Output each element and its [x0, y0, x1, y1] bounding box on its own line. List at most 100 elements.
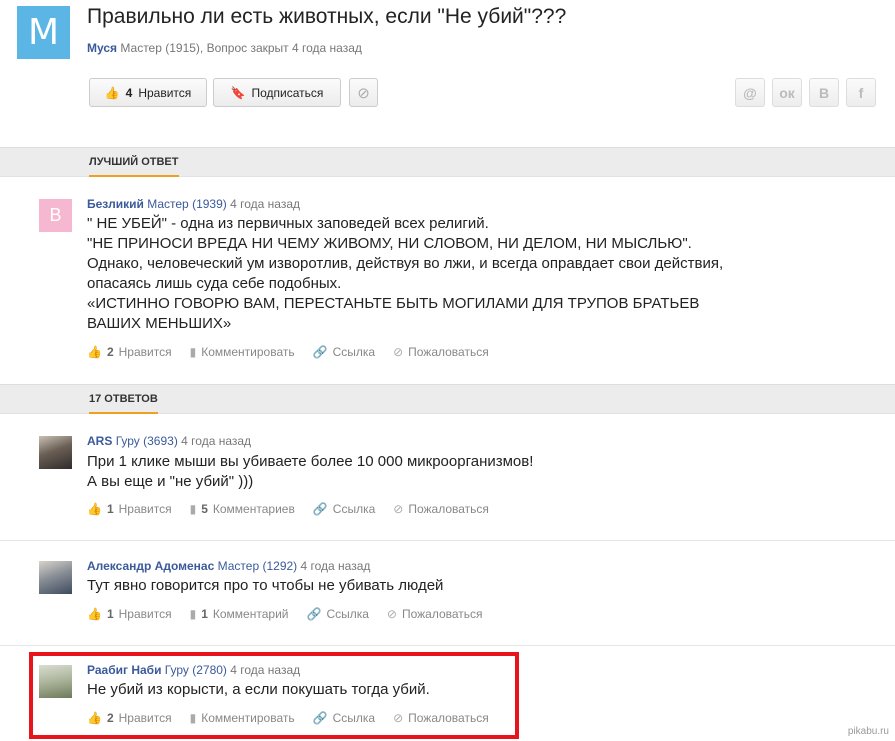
- question-title: Правильно ли есть животных, если "Не уби…: [87, 5, 567, 28]
- subscribe-button[interactable]: 🔖 Подписаться: [213, 78, 341, 107]
- answer-line: Однако, человеческий ум изворотлив, дейс…: [87, 255, 724, 272]
- link-label: Ссылка: [332, 345, 376, 359]
- link-icon: 🔗: [312, 345, 328, 359]
- thumbs-up-icon: 👍: [87, 502, 102, 516]
- share-mail-button[interactable]: @: [735, 78, 765, 107]
- author-link[interactable]: Раабиг Наби: [87, 663, 161, 677]
- best-answer-meta: Безликий Мастер (1939) 4 года назад: [87, 197, 300, 211]
- like-button[interactable]: 👍 4 Нравится: [89, 78, 207, 107]
- comment-action[interactable]: ▮ Комментировать: [190, 345, 295, 359]
- report-action[interactable]: ⊘ Пожаловаться: [393, 502, 489, 516]
- answer-time: 4 года назад: [230, 663, 301, 677]
- answer-actions: 👍 1 Нравится ▮ 5 Комментариев 🔗 Ссылка ⊘…: [87, 502, 507, 516]
- question-author-link[interactable]: Муся: [87, 41, 117, 55]
- comments-count: 1: [201, 607, 208, 621]
- like-count: 2: [106, 711, 114, 725]
- question-meta-text: Мастер (1915), Вопрос закрыт 4 года наза…: [120, 41, 362, 55]
- answer-divider: [0, 540, 895, 541]
- like-action[interactable]: 👍 1 Нравится: [87, 607, 172, 621]
- answer-time: 4 года назад: [181, 434, 252, 448]
- question-meta: Муся Мастер (1915), Вопрос закрыт 4 года…: [87, 41, 362, 55]
- author-rank: Гуру (2780): [164, 663, 227, 677]
- block-button[interactable]: ⊘: [349, 78, 378, 107]
- author-link[interactable]: Александр Адоменас: [87, 559, 214, 573]
- like-action[interactable]: 👍 2 Нравится: [87, 711, 172, 725]
- report-icon: ⊘: [393, 345, 404, 359]
- report-label: Пожаловаться: [408, 502, 489, 516]
- author-rank: Мастер (1292): [217, 559, 298, 573]
- author-rank: Гуру (3693): [115, 434, 178, 448]
- like-count: 4: [125, 85, 133, 100]
- answers-count-title: 17 ОТВЕТОВ: [89, 393, 158, 414]
- comment-label: Комментировать: [201, 345, 295, 359]
- link-label: Ссылка: [332, 502, 376, 516]
- answer-line: Тут явно говорится про то чтобы не убива…: [87, 577, 444, 594]
- link-label: Ссылка: [332, 711, 376, 725]
- like-label: Нравится: [118, 502, 172, 516]
- answer-line: Не убий из корысти, а если покушать тогд…: [87, 681, 430, 698]
- like-label: Нравится: [138, 85, 192, 100]
- thumbs-up-icon: 👍: [87, 607, 102, 621]
- answer-text: Тут явно говорится про то чтобы не убива…: [87, 576, 443, 596]
- best-answer-header: ЛУЧШИЙ ОТВЕТ: [0, 147, 895, 177]
- answer-time: 4 года назад: [300, 559, 371, 573]
- link-label: Ссылка: [326, 607, 369, 621]
- comment-icon: ▮: [189, 502, 197, 516]
- comments-action[interactable]: ▮ 5 Комментариев: [190, 502, 295, 516]
- answer-actions: 👍 1 Нравится ▮ 1 Комментарий 🔗 Ссылка ⊘ …: [87, 607, 501, 621]
- like-label: Нравится: [118, 711, 172, 725]
- link-icon: 🔗: [312, 502, 328, 516]
- answer-avatar[interactable]: [39, 665, 72, 698]
- answers-header: 17 ОТВЕТОВ: [0, 384, 895, 414]
- report-label: Пожаловаться: [408, 711, 489, 725]
- author-link[interactable]: ARS: [87, 434, 112, 448]
- answer-time: 4 года назад: [230, 197, 300, 211]
- link-action[interactable]: 🔗 Ссылка: [313, 711, 375, 725]
- comment-label: Комментировать: [201, 711, 295, 725]
- answer-actions: 👍 2 Нравится ▮ Комментировать 🔗 Ссылка ⊘…: [87, 711, 507, 725]
- answer-line: А вы еще и "не убий" ))): [87, 473, 254, 490]
- report-action[interactable]: ⊘ Пожаловаться: [387, 607, 483, 621]
- report-label: Пожаловаться: [408, 345, 489, 359]
- answer-line: ВАШИХ МЕНЬШИХ»: [87, 315, 232, 332]
- comment-icon: ▮: [189, 607, 197, 621]
- answer-line: опасаясь лишь суда себе подобных.: [87, 275, 342, 292]
- question-author-avatar[interactable]: M: [17, 6, 70, 59]
- thumbs-up-icon: 👍: [87, 711, 102, 725]
- author-link[interactable]: Безликий: [87, 197, 144, 211]
- comment-action[interactable]: ▮ Комментировать: [190, 711, 295, 725]
- share-vk-button[interactable]: В: [809, 78, 839, 107]
- answer-line: При 1 клике мыши вы убиваете более 10 00…: [87, 453, 534, 470]
- author-rank: Мастер (1939): [147, 197, 227, 211]
- answer-divider: [0, 645, 895, 646]
- like-label: Нравится: [118, 345, 172, 359]
- like-action[interactable]: 👍 1 Нравится: [87, 502, 172, 516]
- answer-line: "НЕ ПРИНОСИ ВРЕДА НИ ЧЕМУ ЖИВОМУ, НИ СЛО…: [87, 235, 692, 252]
- best-answer-title: ЛУЧШИЙ ОТВЕТ: [89, 156, 179, 177]
- answer-meta: ARS Гуру (3693) 4 года назад: [87, 434, 251, 448]
- thumbs-up-icon: 👍: [104, 85, 120, 100]
- answer-avatar[interactable]: [39, 436, 72, 469]
- best-answer-text: " НЕ УБЕЙ" - одна из первичных заповедей…: [87, 214, 723, 334]
- comments-count: 5: [201, 502, 208, 516]
- like-action[interactable]: 👍 2 Нравится: [87, 345, 172, 359]
- report-action[interactable]: ⊘ Пожаловаться: [393, 711, 489, 725]
- link-action[interactable]: 🔗 Ссылка: [306, 607, 368, 621]
- link-icon: 🔗: [306, 607, 322, 621]
- answer-meta: Раабиг Наби Гуру (2780) 4 года назад: [87, 663, 300, 677]
- best-answer-avatar[interactable]: B: [39, 199, 72, 232]
- report-action[interactable]: ⊘ Пожаловаться: [393, 345, 489, 359]
- report-icon: ⊘: [393, 711, 404, 725]
- answer-line: " НЕ УБЕЙ" - одна из первичных заповедей…: [87, 215, 489, 232]
- like-count: 1: [106, 502, 114, 516]
- answer-avatar[interactable]: [39, 561, 72, 594]
- link-action[interactable]: 🔗 Ссылка: [313, 502, 375, 516]
- block-icon: ⊘: [357, 84, 370, 102]
- share-fb-button[interactable]: f: [846, 78, 876, 107]
- comment-label: Комментарий: [212, 607, 289, 621]
- link-action[interactable]: 🔗 Ссылка: [313, 345, 375, 359]
- answer-line: «ИСТИННО ГОВОРЮ ВАМ, ПЕРЕСТАНЬТЕ БЫТЬ МО…: [87, 295, 700, 312]
- share-ok-button[interactable]: ок: [772, 78, 802, 107]
- comments-action[interactable]: ▮ 1 Комментарий: [190, 607, 289, 621]
- like-count: 2: [106, 345, 114, 359]
